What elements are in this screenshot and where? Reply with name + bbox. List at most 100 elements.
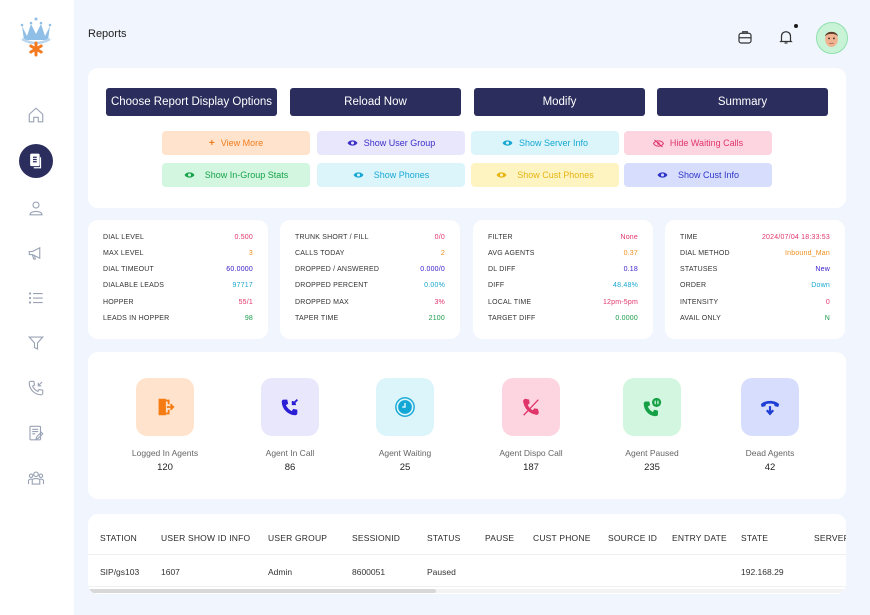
- agent-tile-logged-in[interactable]: Logged In Agents 120: [110, 378, 220, 473]
- home-icon: [28, 107, 44, 123]
- stats-card-diff: FILTER None AVG AGENTS 0.37 DL DIFF 0.18 DIFF 4…: [473, 220, 653, 339]
- stat-row: ORDER Down: [680, 282, 830, 289]
- door-exit-icon: [158, 398, 175, 416]
- stat-label: TRUNK SHORT / FILL: [295, 234, 369, 241]
- stat-value: 0: [825, 299, 830, 306]
- show-cust-phones-label: Show Cust Phones: [517, 170, 594, 180]
- agent-tile-label: Agent Dispo Call: [499, 448, 563, 458]
- phone-paused-icon: [643, 397, 662, 417]
- stat-row: LEADS IN HOPPER 98: [103, 315, 253, 322]
- stat-value: 97717: [232, 282, 253, 289]
- reload-now-button[interactable]: Reload Now: [290, 88, 461, 116]
- stat-row: AVG AGENTS 0.37: [488, 250, 638, 257]
- sidebar-item-campaigns[interactable]: [19, 236, 53, 270]
- sidebar-item-filters[interactable]: [19, 326, 53, 360]
- column-header[interactable]: CUST PHONE: [533, 533, 591, 543]
- stat-label: DIFF: [488, 282, 505, 289]
- stat-value: 55/1: [238, 299, 253, 306]
- column-header[interactable]: SOURCE ID: [608, 533, 657, 543]
- sidebar-item-user-groups[interactable]: [19, 461, 53, 495]
- column-header[interactable]: STATUS: [427, 533, 460, 543]
- column-header[interactable]: SESSIONID: [352, 533, 400, 543]
- stat-label: ORDER: [680, 282, 707, 289]
- stat-label: AVAIL ONLY: [680, 315, 722, 322]
- show-phones-label: Show Phones: [373, 170, 430, 180]
- view-more-button[interactable]: + View More: [162, 131, 310, 155]
- logo[interactable]: [14, 14, 58, 58]
- modify-button[interactable]: Modify: [474, 88, 645, 116]
- eye-icon: [347, 140, 358, 146]
- stat-value: None: [620, 234, 638, 241]
- column-header[interactable]: SERVER IP: [814, 533, 846, 543]
- agent-status-panel: Logged In Agents 120 Agent In Call 86 Ag…: [88, 352, 846, 499]
- agent-tile-count: 25: [399, 462, 411, 473]
- stat-row: TARGET DIFF 0.0000: [488, 315, 638, 322]
- stat-label: TIME: [680, 234, 698, 241]
- stat-label: CALLS TODAY: [295, 250, 345, 257]
- notification-dot: [794, 24, 798, 28]
- table-cell: SIP/gs103: [100, 567, 140, 577]
- report-actions-panel: Choose Report Display Options Reload Now…: [88, 68, 846, 208]
- horizontal-scrollbar-thumb[interactable]: [88, 589, 436, 593]
- agent-tile-dead[interactable]: Dead Agents 42: [715, 378, 825, 473]
- list-icon: [28, 292, 43, 304]
- agent-tile-paused[interactable]: Agent Paused 235: [597, 378, 707, 473]
- stat-row: MAX LEVEL 3: [103, 250, 253, 257]
- show-in-group-stats-button[interactable]: Show In-Group Stats: [162, 163, 310, 187]
- sidebar-item-scripts[interactable]: [19, 416, 53, 450]
- stat-row: AVAIL ONLY N: [680, 315, 830, 322]
- column-header[interactable]: PAUSE: [485, 533, 514, 543]
- edit-document-icon: [29, 425, 44, 441]
- show-phones-button[interactable]: Show Phones: [317, 163, 465, 187]
- user-avatar[interactable]: [816, 22, 848, 54]
- stat-label: DROPPED / ANSWERED: [295, 266, 380, 273]
- stat-value: 0.500: [234, 234, 253, 241]
- column-header[interactable]: STATION: [100, 533, 137, 543]
- stat-label: MAX LEVEL: [103, 250, 144, 257]
- sidebar-item-users[interactable]: [19, 191, 53, 225]
- sidebar-item-reports[interactable]: [19, 144, 53, 178]
- sidebar-item-home[interactable]: [19, 98, 53, 132]
- column-header[interactable]: USER GROUP: [268, 533, 327, 543]
- column-header[interactable]: STATE: [741, 533, 768, 543]
- eye-icon: [184, 172, 195, 178]
- column-header[interactable]: USER SHOW ID INFO: [161, 533, 250, 543]
- show-user-group-button[interactable]: Show User Group: [317, 131, 465, 155]
- summary-button[interactable]: Summary: [657, 88, 828, 116]
- stat-row: DROPPED / ANSWERED 0.000/0: [295, 266, 445, 273]
- stat-row: DIAL METHOD Inbound_Man: [680, 250, 830, 257]
- notifications-button[interactable]: [777, 28, 795, 46]
- stat-value: 98: [244, 315, 253, 322]
- table-cell: 192.168.29: [741, 567, 784, 577]
- show-server-info-button[interactable]: Show Server Info: [471, 131, 619, 155]
- stat-row: DIALABLE LEADS 97717: [103, 282, 253, 289]
- stat-label: DIALABLE LEADS: [103, 282, 165, 289]
- table-divider: [88, 554, 846, 555]
- sidebar-item-lists[interactable]: [19, 281, 53, 315]
- stat-row: DIAL TIMEOUT 60.0000: [103, 266, 253, 273]
- group-icon: [27, 471, 45, 485]
- column-header[interactable]: ENTRY DATE: [672, 533, 727, 543]
- agent-tile-in-call[interactable]: Agent In Call 86: [235, 378, 345, 473]
- show-cust-phones-button[interactable]: Show Cust Phones: [471, 163, 619, 187]
- stat-value: 2024/07/04 18:33:53: [761, 234, 830, 241]
- stat-label: LEADS IN HOPPER: [103, 315, 170, 322]
- stat-row: INTENSITY 0: [680, 299, 830, 306]
- stat-label: TARGET DIFF: [488, 315, 536, 322]
- stat-value: 2: [440, 250, 445, 257]
- agent-tile-count: 120: [157, 462, 173, 473]
- agent-tile-waiting[interactable]: Agent Waiting 25: [350, 378, 460, 473]
- agent-tile-label: Dead Agents: [745, 448, 795, 458]
- bell-icon: [779, 31, 793, 44]
- agent-tile-dispo-call[interactable]: Agent Dispo Call 187: [476, 378, 586, 473]
- briefcase-button[interactable]: [736, 28, 754, 46]
- show-cust-info-label: Show Cust Info: [677, 170, 740, 180]
- table-divider: [88, 586, 846, 587]
- show-cust-info-button[interactable]: Show Cust Info: [624, 163, 772, 187]
- hide-waiting-calls-button[interactable]: Hide Waiting Calls: [624, 131, 772, 155]
- agent-tile-count: 86: [284, 462, 296, 473]
- stat-value: 60.0000: [226, 266, 253, 273]
- choose-report-display-options-button[interactable]: Choose Report Display Options: [106, 88, 277, 116]
- sidebar-item-inbound[interactable]: [19, 371, 53, 405]
- stat-label: DL DIFF: [488, 266, 516, 273]
